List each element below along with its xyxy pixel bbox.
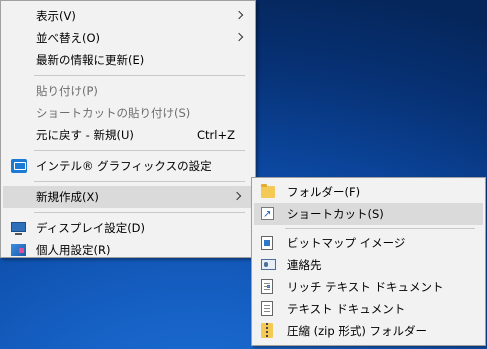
submenu-item-text-document[interactable]: テキスト ドキュメント <box>252 298 485 320</box>
contact-icon <box>261 259 276 270</box>
menu-item-label: 連絡先 <box>287 258 322 272</box>
menu-item-label: ビットマップ イメージ <box>287 236 406 250</box>
menu-separator <box>34 212 245 213</box>
menu-item-intel-graphics[interactable]: インテル® グラフィックスの設定 <box>1 155 255 177</box>
submenu-item-contact[interactable]: 連絡先 <box>252 254 485 276</box>
rich-text-document-icon <box>261 279 273 294</box>
folder-icon <box>261 184 275 198</box>
menu-item-label: ショートカットの貼り付け(S) <box>36 106 191 120</box>
menu-item-label: ショートカット(S) <box>287 207 384 221</box>
menu-separator <box>285 228 475 229</box>
menu-item-new[interactable]: 新規作成(X) <box>3 186 253 208</box>
menu-separator <box>34 181 245 182</box>
shortcut-icon <box>261 204 274 226</box>
submenu-item-shortcut[interactable]: ショートカット(S) <box>254 203 483 226</box>
new-submenu: フォルダー(F) ショートカット(S) ビットマップ イメージ 連絡先 リッチ … <box>251 177 486 346</box>
zip-folder-icon <box>261 323 273 338</box>
menu-item-label: 元に戻す - 新規(U) <box>36 128 134 142</box>
intel-graphics-icon <box>11 159 27 173</box>
chevron-right-icon <box>234 10 244 20</box>
menu-item-paste[interactable]: 貼り付け(P) <box>1 80 255 102</box>
bitmap-icon <box>261 236 273 250</box>
menu-item-label: 新規作成(X) <box>36 190 99 204</box>
menu-item-label: 最新の情報に更新(E) <box>36 53 145 67</box>
menu-item-label: インテル® グラフィックスの設定 <box>36 159 212 173</box>
menu-item-refresh[interactable]: 最新の情報に更新(E) <box>1 49 255 71</box>
submenu-item-folder[interactable]: フォルダー(F) <box>252 181 485 203</box>
menu-item-label: ディスプレイ設定(D) <box>36 221 146 235</box>
submenu-item-zip-folder[interactable]: 圧縮 (zip 形式) フォルダー <box>252 320 485 342</box>
menu-item-paste-shortcut[interactable]: ショートカットの貼り付け(S) <box>1 102 255 124</box>
menu-item-label: フォルダー(F) <box>287 185 361 199</box>
chevron-right-icon <box>232 191 242 201</box>
menu-item-view[interactable]: 表示(V) <box>1 5 255 27</box>
personalize-icon <box>11 244 26 256</box>
menu-item-label: 圧縮 (zip 形式) フォルダー <box>287 324 427 338</box>
menu-item-label: 並べ替え(O) <box>36 31 101 45</box>
menu-item-sort-by[interactable]: 並べ替え(O) <box>1 27 255 49</box>
menu-item-display-settings[interactable]: ディスプレイ設定(D) <box>1 217 255 239</box>
chevron-right-icon <box>234 32 244 42</box>
menu-item-label: 貼り付け(P) <box>36 84 98 98</box>
menu-separator <box>34 75 245 76</box>
display-settings-icon <box>11 222 26 235</box>
desktop-context-menu: 表示(V) 並べ替え(O) 最新の情報に更新(E) 貼り付け(P) ショートカッ… <box>0 0 256 258</box>
menu-item-undo-new[interactable]: 元に戻す - 新規(U) Ctrl+Z <box>1 124 255 146</box>
menu-item-shortcut: Ctrl+Z <box>197 128 235 142</box>
menu-item-label: テキスト ドキュメント <box>287 302 406 316</box>
text-document-icon <box>261 301 273 316</box>
menu-item-label: リッチ テキスト ドキュメント <box>287 280 444 294</box>
submenu-item-bitmap-image[interactable]: ビットマップ イメージ <box>252 232 485 254</box>
menu-item-personalize[interactable]: 個人用設定(R) <box>1 239 255 261</box>
menu-separator <box>34 150 245 151</box>
menu-item-label: 表示(V) <box>36 9 76 23</box>
menu-item-label: 個人用設定(R) <box>36 243 111 257</box>
submenu-item-rich-text-document[interactable]: リッチ テキスト ドキュメント <box>252 276 485 298</box>
